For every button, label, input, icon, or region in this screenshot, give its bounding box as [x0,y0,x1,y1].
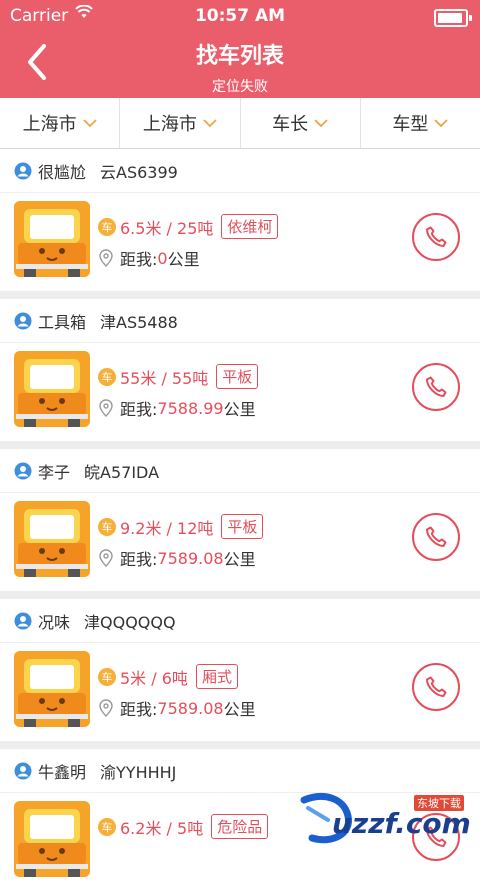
distance-value: 0 [157,248,168,268]
vehicle-spec: 车 9.2米 / 12吨 平板 [98,514,264,539]
chevron-down-icon [434,116,449,130]
vehicle-type-tag: 平板 [216,364,259,389]
user-icon [14,462,32,479]
filter-vehicle-length[interactable]: 车长 [241,98,361,148]
driver-header: 李子 皖A57IDA [0,449,480,493]
page-title: 找车列表 [195,44,284,69]
filter-vehicle-type[interactable]: 车型 [361,98,480,148]
chevron-down-icon [203,116,217,130]
length-weight: 55米 / 55吨 [120,368,209,388]
distance-label: 距我: [120,400,158,419]
distance-row: 距我: 7589.08 公里 [98,696,256,720]
distance-label: 距我: [120,700,158,719]
phone-icon [426,526,447,547]
filter-label: 上海市 [142,114,197,135]
list-item[interactable]: 李子 皖A57IDA 车 9.2米 / 12吨 平板 距我: 7589.08 公… [0,449,480,591]
watermark-text: uzzf.com [332,807,471,840]
truck-icon [14,351,90,427]
length-weight: 9.2米 / 12吨 [120,518,214,538]
driver-name: 李子 [38,462,71,482]
chevron-down-icon [314,116,328,130]
distance-unit: 公里 [167,250,200,269]
vehicle-badge-icon: 车 [98,217,116,236]
status-bar: Carrier 10:57 AM [0,0,480,32]
call-button[interactable] [412,663,460,711]
license-plate: 云AS6399 [100,162,178,182]
list-item[interactable]: 工具箱 津AS5488 车 55米 / 55吨 平板 距我: 7588.99 公… [0,299,480,441]
phone-icon [426,376,447,397]
call-button[interactable] [412,213,460,261]
chevron-down-icon [82,116,97,130]
distance-value: 7588.99 [157,398,224,418]
user-icon [14,162,32,179]
list-item[interactable]: 很尴尬 云AS6399 车 6.5米 / 25吨 依维柯 距我: 0 公里 [0,149,480,291]
length-weight: 6.5米 / 25吨 [120,218,214,238]
truck-icon [14,501,90,577]
vehicle-spec: 车 6.2米 / 5吨 危险品 [98,814,269,839]
length-weight: 5米 / 6吨 [120,668,188,688]
driver-header: 很尴尬 云AS6399 [0,149,480,193]
distance-value: 7589.08 [157,698,224,718]
truck-icon [14,201,90,277]
distance-unit: 公里 [223,700,256,719]
driver-name: 很尴尬 [38,162,87,182]
location-pin-icon [99,699,113,717]
vehicle-type-tag: 厢式 [195,664,238,689]
license-plate: 渝YYHHHJ [100,762,177,782]
truck-icon [14,801,90,877]
battery-icon [434,9,472,27]
driver-header: 工具箱 津AS5488 [0,299,480,343]
location-pin-icon [99,399,113,417]
filter-destination-city[interactable]: 上海市 [120,98,241,148]
distance-row: 距我: 7589.08 公里 [98,546,256,570]
distance-label: 距我: [120,250,158,269]
vehicle-badge-icon: 车 [98,817,116,836]
clock: 10:57 AM [194,6,286,26]
vehicle-type-tag: 危险品 [211,814,269,839]
vehicle-type-tag: 平板 [221,514,264,539]
filter-bar: 上海市 上海市 车长 车型 [0,98,480,149]
filter-label: 车长 [272,114,309,135]
vehicle-spec: 车 5米 / 6吨 厢式 [98,664,238,689]
watermark-tag: 东坡下载 [414,795,464,811]
vehicle-spec: 车 6.5米 / 25吨 依维柯 [98,214,279,239]
distance-unit: 公里 [223,400,256,419]
filter-origin-city[interactable]: 上海市 [0,98,121,148]
driver-name: 工具箱 [38,312,87,332]
phone-icon [426,676,447,697]
vehicle-type-tag: 依维柯 [221,214,279,239]
user-icon [14,762,32,779]
vehicle-badge-icon: 车 [98,667,116,686]
distance-value: 7589.08 [157,548,224,568]
filter-label: 上海市 [22,114,77,135]
user-icon [14,312,32,329]
license-plate: 津AS5488 [100,312,178,332]
phone-icon [426,226,447,247]
location-pin-icon [99,549,113,567]
call-button[interactable] [412,513,460,561]
vehicle-spec: 车 55米 / 55吨 平板 [98,364,259,389]
location-status: 定位失败 [212,79,268,95]
list-item[interactable]: 况味 津QQQQQQ 车 5米 / 6吨 厢式 距我: 7589.08 公里 [0,599,480,741]
user-icon [14,612,32,629]
driver-name: 牛鑫明 [38,762,87,782]
driver-header: 牛鑫明 渝YYHHHJ [0,749,480,793]
length-weight: 6.2米 / 5吨 [120,818,204,838]
vehicle-badge-icon: 车 [98,367,116,386]
filter-label: 车型 [392,114,429,135]
location-pin-icon [99,249,113,267]
call-button[interactable] [412,363,460,411]
vehicle-badge-icon: 车 [98,517,116,536]
truck-icon [14,651,90,727]
distance-row: 距我: 0 公里 [98,246,200,270]
distance-unit: 公里 [223,550,256,569]
driver-header: 况味 津QQQQQQ [0,599,480,643]
license-plate: 津QQQQQQ [84,612,176,632]
distance-label: 距我: [120,550,158,569]
driver-name: 况味 [38,612,71,632]
navigation-bar: Carrier 10:57 AM 找车列表 定位失败 [0,0,480,98]
distance-row: 距我: 7588.99 公里 [98,396,256,420]
license-plate: 皖A57IDA [84,462,160,482]
